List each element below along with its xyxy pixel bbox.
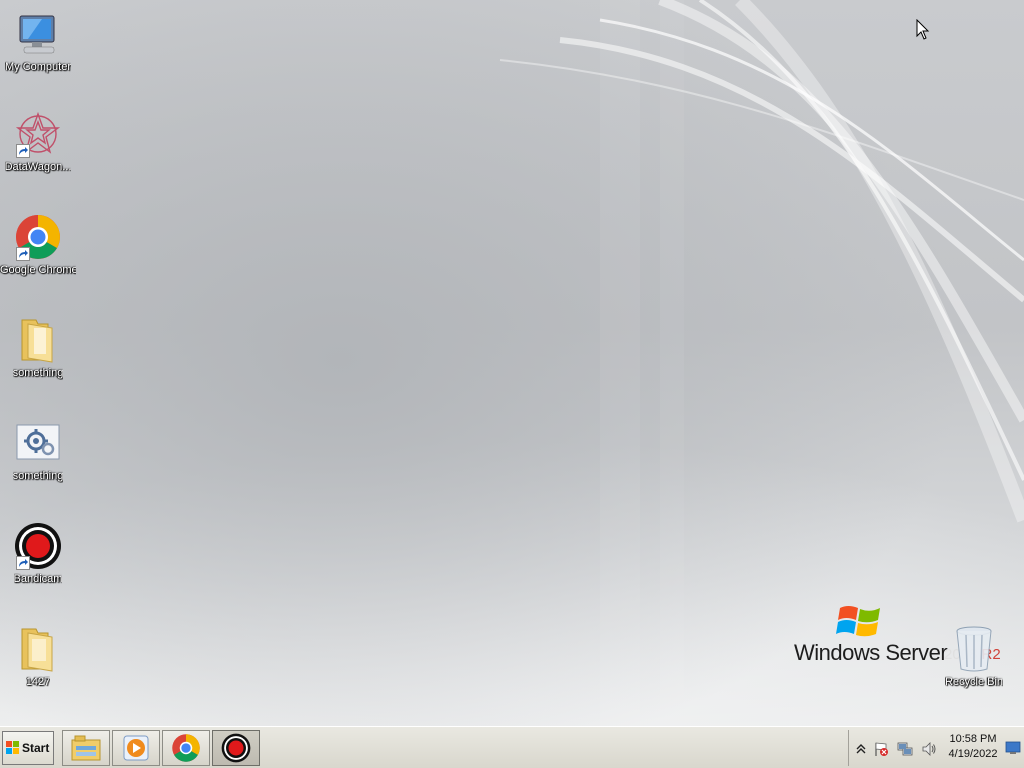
desktop-icon-folder-something[interactable]: something bbox=[0, 316, 76, 380]
chrome-icon bbox=[172, 734, 200, 762]
desktop-icon-label: something bbox=[12, 470, 64, 482]
system-tray: 10:58 PM 4/19/2022 bbox=[848, 730, 1024, 766]
desktop-icon-label: Recycle Bin bbox=[944, 676, 1004, 688]
desktop-icon-datawagon[interactable]: DataWagon... bbox=[0, 110, 76, 174]
desktop-background[interactable]: My Computer DataWagon... Google Chrome s… bbox=[0, 0, 1024, 726]
desktop-icon-google-chrome[interactable]: Google Chrome bbox=[0, 213, 76, 277]
folder-icon bbox=[14, 625, 62, 673]
shortcut-arrow-icon bbox=[16, 247, 30, 261]
taskbar-chrome-button[interactable] bbox=[162, 730, 210, 766]
desktop-icon-settings-something[interactable]: something bbox=[0, 419, 76, 483]
desktop-icon-recycle-bin[interactable]: Recycle Bin bbox=[936, 625, 1012, 689]
desktop-icon-label: Bandicam bbox=[13, 573, 63, 585]
desktop-icon-label: DataWagon... bbox=[4, 161, 72, 173]
windows-server-wordmark: Windows Server bbox=[794, 640, 948, 665]
recycle-bin-icon bbox=[950, 625, 998, 673]
chrome-icon bbox=[14, 213, 62, 261]
taskbar-explorer-button[interactable] bbox=[62, 730, 110, 766]
taskbar-bandicam-button[interactable] bbox=[212, 730, 260, 766]
windows-flag-icon bbox=[836, 606, 880, 637]
settings-file-icon bbox=[14, 419, 62, 467]
explorer-icon bbox=[71, 735, 101, 761]
show-desktop-button[interactable] bbox=[1005, 738, 1023, 758]
mouse-cursor-icon bbox=[916, 19, 930, 40]
start-button[interactable]: Start bbox=[2, 731, 54, 765]
shortcut-arrow-icon bbox=[16, 556, 30, 570]
show-hidden-icons-chevron[interactable] bbox=[853, 741, 869, 757]
computer-icon bbox=[14, 10, 62, 58]
desktop-icon-label: something bbox=[12, 367, 64, 379]
bandicam-icon bbox=[221, 733, 251, 763]
volume-icon[interactable] bbox=[921, 741, 937, 757]
clock[interactable]: 10:58 PM 4/19/2022 bbox=[943, 732, 1003, 762]
windows-flag-icon bbox=[6, 741, 19, 754]
desktop-icon-my-computer[interactable]: My Computer bbox=[0, 10, 76, 74]
desktop-icon-label: Google Chrome bbox=[0, 264, 76, 276]
clock-date: 4/19/2022 bbox=[948, 748, 998, 760]
taskbar: Start 10:58 PM 4/19/2022 bbox=[0, 726, 1024, 768]
show-desktop-icon bbox=[1005, 741, 1021, 754]
desktop-icon-folder-1427[interactable]: 1427 bbox=[0, 625, 76, 689]
desktop-icon-label: 1427 bbox=[25, 676, 51, 688]
clock-time: 10:58 PM bbox=[949, 733, 997, 745]
action-center-flag-icon[interactable] bbox=[873, 741, 889, 757]
media-player-icon bbox=[123, 735, 149, 761]
taskbar-media-player-button[interactable] bbox=[112, 730, 160, 766]
desktop-icon-bandicam[interactable]: Bandicam bbox=[0, 522, 76, 586]
desktop-icon-label: My Computer bbox=[4, 61, 72, 73]
folder-icon bbox=[14, 316, 62, 364]
datawagon-icon bbox=[14, 110, 62, 158]
shortcut-arrow-icon bbox=[16, 144, 30, 158]
start-label: Start bbox=[22, 741, 50, 755]
network-icon[interactable] bbox=[897, 741, 913, 757]
bandicam-icon bbox=[14, 522, 62, 570]
